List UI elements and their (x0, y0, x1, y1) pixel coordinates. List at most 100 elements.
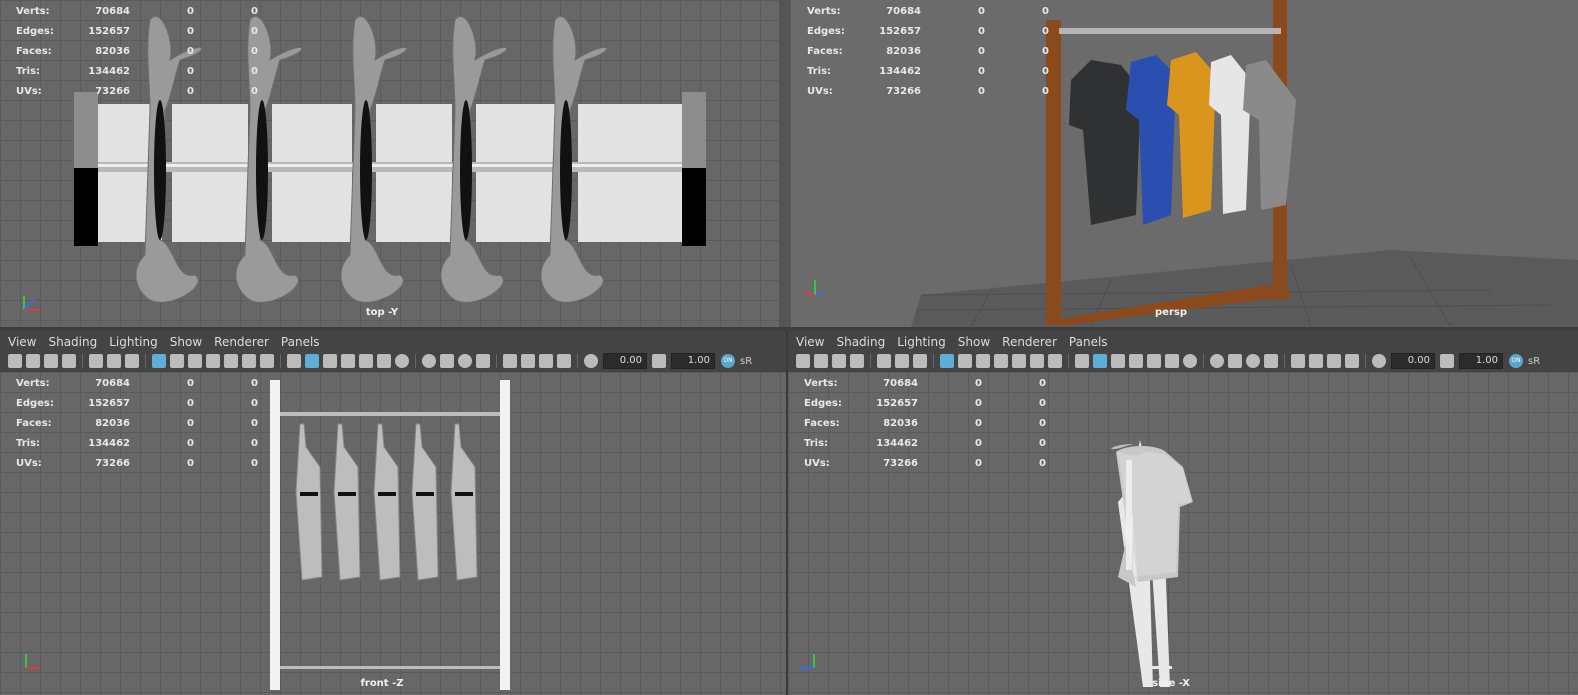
camera-icon[interactable] (8, 354, 22, 368)
motion-blur-icon[interactable] (1228, 354, 1242, 368)
lights-icon[interactable] (377, 354, 391, 368)
viewport-front[interactable]: Verts: 70684 0 0 Edges: 152657 0 0 Faces: 82036… (0, 372, 786, 695)
resolution-gate-icon[interactable] (188, 354, 202, 368)
panel-toolbar-left: 0.00 1.00 ON sR (6, 350, 786, 372)
safe-title-icon[interactable] (1048, 354, 1062, 368)
bookmark-icon[interactable] (832, 354, 846, 368)
field-chart-icon[interactable] (1012, 354, 1026, 368)
colorspace-label[interactable]: sR (740, 356, 752, 367)
lock-camera-icon[interactable] (895, 354, 909, 368)
hud-value: 82036 (95, 46, 130, 57)
panel-divider-vertical[interactable] (779, 0, 791, 327)
exposure-field[interactable]: 0.00 (1391, 353, 1435, 369)
menu-renderer[interactable]: Renderer (1002, 335, 1057, 349)
poly-count-hud: Verts: 70684 0 0 Edges: 152657 0 0 Faces: 82036… (16, 374, 258, 474)
exposure-icon[interactable] (1372, 354, 1386, 368)
smooth-shade-icon[interactable] (1093, 354, 1107, 368)
film-gate-icon[interactable] (958, 354, 972, 368)
hud-value: 82036 (886, 46, 921, 57)
hud-value: 0 (251, 86, 258, 97)
image-plane-icon[interactable] (850, 354, 864, 368)
safe-title-icon[interactable] (260, 354, 274, 368)
xray-icon[interactable] (1309, 354, 1323, 368)
bookmark-icon[interactable] (44, 354, 58, 368)
poly-count-hud: Verts: 70684 0 0 Edges: 152657 0 0 Faces: 82036… (16, 2, 258, 102)
gamma-icon[interactable] (652, 354, 666, 368)
isolate-select-icon[interactable] (503, 354, 517, 368)
exposure-field[interactable]: 0.00 (603, 353, 647, 369)
menu-show[interactable]: Show (958, 335, 990, 349)
shadows-icon[interactable] (1183, 354, 1197, 368)
grease-pencil-icon[interactable] (89, 354, 103, 368)
ambient-occlusion-icon[interactable] (1210, 354, 1224, 368)
color-management-toggle[interactable]: ON (721, 354, 735, 368)
xray-icon[interactable] (521, 354, 535, 368)
menu-lighting[interactable]: Lighting (897, 335, 946, 349)
safe-action-icon[interactable] (1030, 354, 1044, 368)
camera-attributes-icon[interactable] (814, 354, 828, 368)
depth-of-field-icon[interactable] (1264, 354, 1278, 368)
textured-icon[interactable] (1147, 354, 1161, 368)
lock-camera-icon[interactable] (107, 354, 121, 368)
motion-blur-icon[interactable] (440, 354, 454, 368)
gamma-field[interactable]: 1.00 (671, 353, 715, 369)
menu-panels[interactable]: Panels (1069, 335, 1108, 349)
viewport-top[interactable]: Verts: 70684 0 0 Edges: 152657 0 0 Faces: 82036… (0, 0, 779, 327)
menu-show[interactable]: Show (170, 335, 202, 349)
field-chart-icon[interactable] (224, 354, 238, 368)
wireframe-on-shaded-icon[interactable] (1129, 354, 1143, 368)
gamma-field[interactable]: 1.00 (1459, 353, 1503, 369)
depth-of-field-icon[interactable] (476, 354, 490, 368)
colorspace-label[interactable]: sR (1528, 356, 1540, 367)
menu-panels[interactable]: Panels (281, 335, 320, 349)
paint-icon[interactable] (913, 354, 927, 368)
panel-divider-horizontal[interactable] (0, 327, 1578, 331)
camera-icon[interactable] (796, 354, 810, 368)
grid-icon[interactable] (152, 354, 166, 368)
menu-view[interactable]: View (8, 335, 36, 349)
default-material-icon[interactable] (1111, 354, 1125, 368)
wireframe-on-shaded-icon[interactable] (341, 354, 355, 368)
hud-value: 82036 (883, 418, 918, 429)
resolution-gate-icon[interactable] (976, 354, 990, 368)
viewport-side[interactable]: Verts: 70684 0 0 Edges: 152657 0 0 Faces: 82036… (788, 372, 1578, 695)
image-plane-icon[interactable] (62, 354, 76, 368)
grid-icon[interactable] (940, 354, 954, 368)
xray-active-icon[interactable] (1327, 354, 1341, 368)
anti-aliasing-icon[interactable] (458, 354, 472, 368)
menu-renderer[interactable]: Renderer (214, 335, 269, 349)
separator (933, 354, 934, 368)
film-gate-icon[interactable] (170, 354, 184, 368)
hud-value: 0 (1042, 6, 1049, 17)
menu-shading[interactable]: Shading (48, 335, 97, 349)
menu-shading[interactable]: Shading (836, 335, 885, 349)
wireframe-icon[interactable] (1075, 354, 1089, 368)
menu-lighting[interactable]: Lighting (109, 335, 158, 349)
textured-icon[interactable] (359, 354, 373, 368)
isolate-select-icon[interactable] (1291, 354, 1305, 368)
wireframe-icon[interactable] (287, 354, 301, 368)
panel-divider-vertical[interactable] (786, 331, 788, 695)
viewport-persp[interactable]: Verts: 70684 0 0 Edges: 152657 0 0 Faces: 82036… (791, 0, 1578, 327)
hud-value: 0 (978, 26, 985, 37)
gate-mask-icon[interactable] (206, 354, 220, 368)
xray-joints-icon[interactable] (557, 354, 571, 368)
menu-view[interactable]: View (796, 335, 824, 349)
grease-pencil-icon[interactable] (877, 354, 891, 368)
gamma-icon[interactable] (1440, 354, 1454, 368)
gate-mask-icon[interactable] (994, 354, 1008, 368)
ambient-occlusion-icon[interactable] (422, 354, 436, 368)
lights-icon[interactable] (1165, 354, 1179, 368)
default-material-icon[interactable] (323, 354, 337, 368)
color-management-toggle[interactable]: ON (1509, 354, 1523, 368)
anti-aliasing-icon[interactable] (1246, 354, 1260, 368)
safe-action-icon[interactable] (242, 354, 256, 368)
xray-joints-icon[interactable] (1345, 354, 1359, 368)
exposure-icon[interactable] (584, 354, 598, 368)
xray-active-icon[interactable] (539, 354, 553, 368)
hud-value: 0 (1039, 458, 1046, 469)
camera-attributes-icon[interactable] (26, 354, 40, 368)
smooth-shade-icon[interactable] (305, 354, 319, 368)
paint-icon[interactable] (125, 354, 139, 368)
shadows-icon[interactable] (395, 354, 409, 368)
